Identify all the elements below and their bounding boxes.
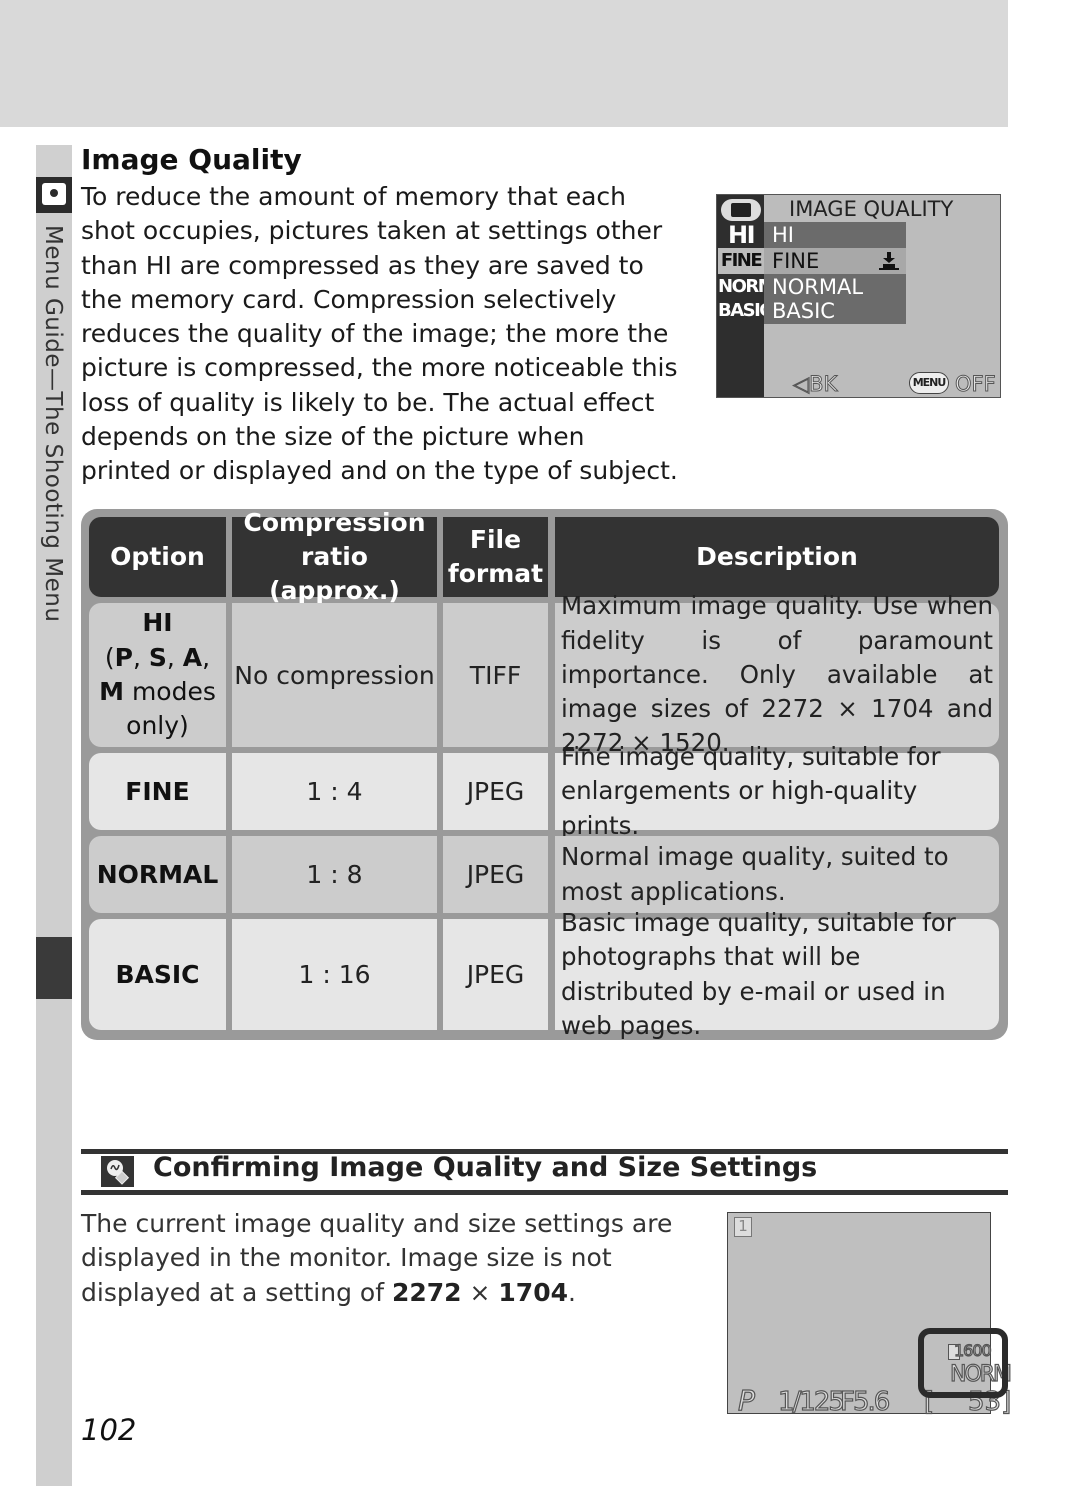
quality-options-table: Option Compression ratio (approx.) File … [81, 508, 1008, 1040]
header-format: File format [443, 517, 548, 597]
side-tab-strip: Menu Guide—The Shooting Menu [36, 145, 72, 1486]
selected-download-icon [879, 252, 899, 270]
menu-title: IMAGE QUALITY [789, 197, 954, 221]
row-fine-compression: 1 : 4 [232, 753, 437, 830]
row-normal-description: Normal image quality, suited to most app… [555, 836, 999, 913]
shooting-mode: P [737, 1383, 755, 1417]
menu-code-hi: HI [727, 221, 756, 249]
row-hi-compression: No compression [232, 603, 437, 747]
tip-paragraph: The current image quality and size setti… [81, 1209, 673, 1307]
row-hi-description: Maximum image quality. Use when fidelity… [555, 591, 999, 757]
intro-paragraph: To reduce the amount of memory that each… [81, 182, 678, 486]
side-tab-label: Menu Guide—The Shooting Menu [40, 225, 66, 623]
side-tab-top [36, 145, 72, 177]
menu-code-norm: NORM [718, 276, 776, 297]
row-fine-option: FINE [89, 753, 226, 830]
camera-section-icon [36, 177, 72, 213]
frame-indicator-icon: 1 [734, 1217, 752, 1237]
menu-item-basic[interactable]: BASIC [764, 298, 906, 324]
camera-icon [721, 199, 761, 221]
row-basic-option: BASIC [89, 919, 226, 1030]
off-hint: OFF [955, 372, 997, 397]
row-hi-format: TIFF [443, 603, 548, 747]
quality-highlight-callout [918, 1328, 1008, 1398]
row-hi-option: HI (P, S, A, M modes only) [89, 603, 226, 747]
header-description: Description [555, 517, 999, 597]
tip-title: Confirming Image Quality and Size Settin… [153, 1152, 818, 1183]
top-band [0, 0, 1008, 127]
row-basic-compression: 1 : 16 [232, 919, 437, 1030]
aperture: F5.6 [839, 1386, 891, 1417]
menu-item-fine[interactable]: FINE [764, 248, 906, 274]
camera-menu-screen: IMAGE QUALITY HI HI FINE FINE NORM NORMA… [716, 194, 1001, 398]
menu-code-fine: FINE [718, 248, 764, 274]
header-option: Option [89, 517, 226, 597]
row-normal-compression: 1 : 8 [232, 836, 437, 913]
row-normal-option: NORMAL [89, 836, 226, 913]
section-rule-bottom [81, 1190, 1008, 1195]
page-number: 102 [81, 1413, 137, 1447]
page-title: Image Quality [81, 143, 302, 176]
lightbulb-icon [101, 1156, 134, 1187]
menu-item-normal[interactable]: NORMAL [764, 274, 906, 300]
shutter-speed: 1/125 [777, 1386, 845, 1417]
row-fine-format: JPEG [443, 753, 548, 830]
header-compression: Compression ratio (approx.) [232, 508, 437, 605]
menu-code-basic: BASIC [718, 300, 773, 321]
chapter-marker [36, 937, 72, 999]
back-hint: ◁BK [792, 372, 838, 397]
row-basic-description: Basic image quality, suitable for photog… [555, 908, 999, 1040]
menu-button-icon: MENU [909, 372, 949, 394]
row-normal-format: JPEG [443, 836, 548, 913]
row-basic-format: JPEG [443, 919, 548, 1030]
row-fine-description: Fine image quality, suitable for enlarge… [555, 742, 999, 840]
menu-item-hi[interactable]: HI [764, 222, 906, 248]
